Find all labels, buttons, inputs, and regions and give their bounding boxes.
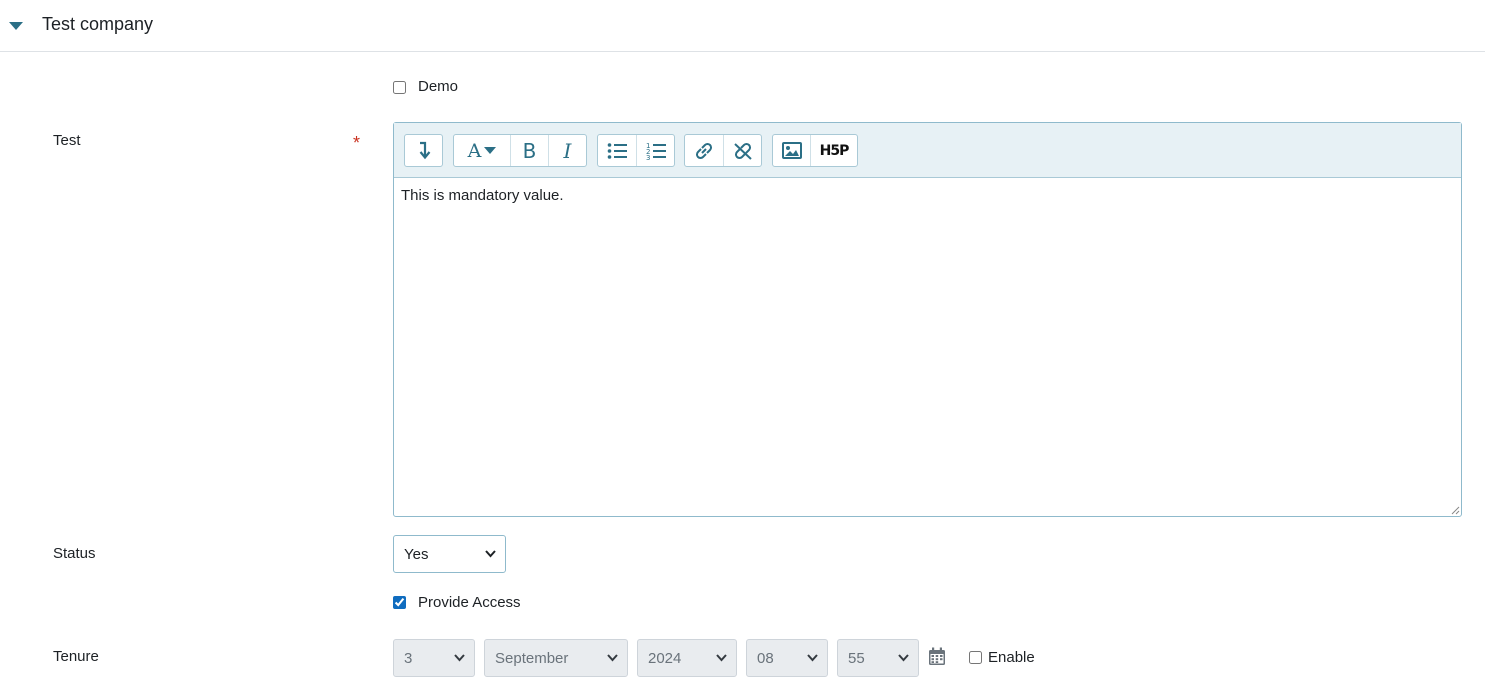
svg-text:3: 3 [646,154,650,160]
unlink-icon[interactable] [724,135,761,166]
h5p-icon[interactable]: H5P [811,135,857,166]
toolbar-group-lists: 1 2 3 [597,134,675,167]
bold-letter: B [522,138,537,163]
ordered-list-icon[interactable]: 1 2 3 [637,135,674,166]
tenure-enable-checkbox[interactable] [969,651,982,664]
italic-icon[interactable]: I [549,135,586,166]
chevron-down-icon [807,654,818,662]
bold-icon[interactable]: B [511,135,549,166]
tenure-year-value: 2024 [648,649,682,667]
section-title[interactable]: Test company [42,14,153,35]
tenure-hour-select: 08 [746,639,828,677]
tenure-month-value: September [495,649,569,667]
tenure-year-select: 2024 [637,639,737,677]
chevron-down-icon [454,654,465,662]
toolbar-group-links [684,134,762,167]
tenure-hour-value: 08 [757,649,774,667]
tenure-month-select: September [484,639,628,677]
status-value: Yes [404,545,429,563]
calendar-icon[interactable] [928,647,946,665]
show-more-icon[interactable] [405,135,442,166]
editor-content[interactable]: This is mandatory value. [401,187,564,204]
status-label: Status [53,545,96,562]
demo-checkbox[interactable] [393,81,406,94]
tenure-minute-value: 55 [848,649,865,667]
chevron-down-icon [898,654,909,662]
h5p-label: H5P [819,142,850,159]
toolbar-group-format: A B I [453,134,587,167]
chevron-down-icon [607,654,618,662]
collapse-caret-icon[interactable] [9,22,23,30]
image-icon[interactable] [773,135,811,166]
chevron-down-icon [485,550,496,558]
status-select[interactable]: Yes [393,535,506,573]
unordered-list-icon[interactable] [598,135,637,166]
toolbar-group-media: H5P [772,134,858,167]
editor-toolbar: A B I 1 2 3 H5P [394,123,1461,178]
provide-access-checkbox[interactable] [393,596,406,609]
tenure-minute-select: 55 [837,639,919,677]
required-marker: * [353,133,361,153]
tenure-label: Tenure [53,648,99,665]
tenure-day-select: 3 [393,639,475,677]
toolbar-group-more [404,134,443,167]
tenure-enable-label[interactable]: Enable [988,649,1035,666]
resize-handle-icon[interactable] [1450,505,1460,515]
font-style-icon[interactable]: A [454,135,511,166]
provide-access-label[interactable]: Provide Access [418,594,521,611]
font-style-letter: A [467,139,482,162]
italic-letter: I [563,138,572,163]
chevron-down-icon [716,654,727,662]
test-label: Test [53,132,81,149]
tenure-day-value: 3 [404,649,413,667]
section-header: Test company [0,0,1485,52]
link-icon[interactable] [685,135,724,166]
rich-text-editor: A B I 1 2 3 H5P This is mandatory value. [393,122,1462,517]
demo-label[interactable]: Demo [418,78,458,95]
